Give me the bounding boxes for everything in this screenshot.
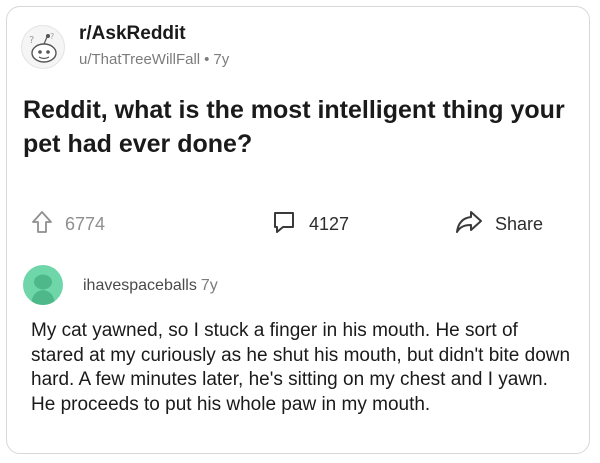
comment-username[interactable]: ihavespaceballs [83, 277, 197, 294]
comment-bubble-icon [271, 209, 297, 240]
post-actions: 6774 4127 Share [23, 207, 571, 241]
askreddit-snoo-icon[interactable]: ? ? [21, 25, 65, 69]
post-card: ? ? r/AskReddit u/ThatTreeWillFall • 7y Re… [6, 6, 590, 454]
snoo-avatar-icon[interactable] [23, 265, 63, 305]
comments-button[interactable]: 4127 [271, 207, 349, 241]
upvote-count: 6774 [65, 213, 106, 234]
upvote-button[interactable]: 6774 [31, 207, 105, 241]
upvote-arrow-icon [31, 210, 53, 239]
comments-count: 4127 [309, 213, 350, 234]
subreddit-name[interactable]: r/AskReddit [79, 23, 186, 45]
post-age: 7y [213, 51, 230, 68]
share-button[interactable]: Share [455, 207, 543, 241]
svg-text:?: ? [50, 32, 54, 41]
comment-author-line: ihavespaceballs 7y [83, 277, 218, 295]
post-title[interactable]: Reddit, what is the most intelligent thi… [23, 93, 578, 161]
svg-text:?: ? [29, 35, 34, 46]
post-meta: u/ThatTreeWillFall • 7y [79, 51, 229, 68]
comment-age: 7y [200, 277, 218, 294]
comment-body: My cat yawned, so I stuck a finger in hi… [31, 320, 571, 415]
meta-separator: • [204, 51, 210, 68]
share-arrow-icon [455, 209, 483, 240]
share-label: Share [495, 213, 544, 234]
post-author[interactable]: u/ThatTreeWillFall [79, 51, 200, 68]
